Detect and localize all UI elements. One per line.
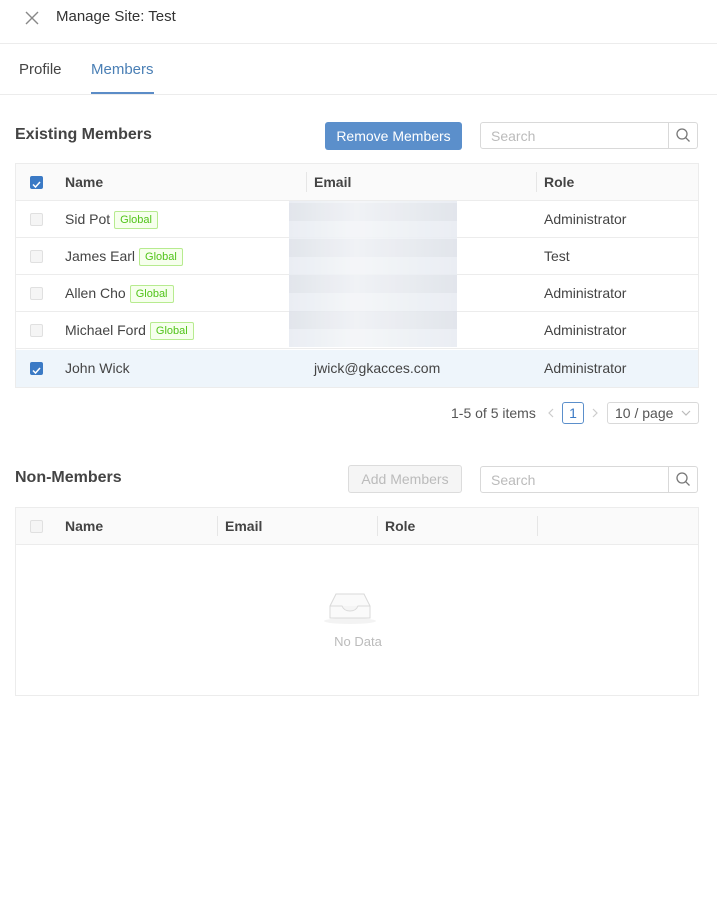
column-header-role[interactable]: Role (544, 174, 574, 190)
column-divider (377, 516, 378, 536)
member-role: Administrator (544, 322, 627, 338)
empty-inbox-icon (322, 588, 378, 626)
row-checkbox[interactable] (30, 287, 43, 300)
page-size-select[interactable]: 10 / page (607, 402, 699, 424)
member-name-cell: Allen Cho Global (65, 285, 174, 304)
column-header-name[interactable]: Name (65, 174, 103, 190)
prev-page-icon[interactable] (545, 405, 557, 421)
non-members-title: Non-Members (15, 469, 122, 486)
existing-search-input[interactable] (481, 123, 669, 148)
table-row[interactable]: John Wick jwick@gkacces.com Administrato… (16, 350, 698, 387)
row-checkbox[interactable] (30, 213, 43, 226)
global-tag: Global (114, 211, 158, 230)
member-role: Administrator (544, 211, 627, 227)
non-members-search-input[interactable] (481, 467, 669, 492)
column-divider (537, 516, 538, 536)
search-icon[interactable] (668, 123, 697, 148)
column-header-name[interactable]: Name (65, 518, 103, 534)
tab-profile[interactable]: Profile (19, 61, 62, 78)
member-name: Sid Pot (65, 211, 111, 227)
remove-members-button[interactable]: Remove Members (325, 122, 462, 150)
redacted-email-block (289, 201, 457, 347)
global-tag: Global (139, 248, 183, 267)
member-name: Michael Ford (65, 322, 146, 338)
table-header: Name Email Role (16, 508, 698, 545)
add-members-button[interactable]: Add Members (348, 465, 462, 493)
member-name: John Wick (65, 360, 130, 376)
close-icon[interactable] (22, 8, 42, 28)
active-tab-indicator (91, 92, 154, 94)
next-page-icon[interactable] (589, 405, 601, 421)
member-role: Test (544, 248, 570, 264)
empty-state-text: No Data (334, 634, 382, 649)
member-name: James Earl (65, 248, 136, 264)
non-members-search (480, 466, 698, 493)
page-title: Manage Site: Test (56, 8, 176, 25)
row-checkbox[interactable] (30, 324, 43, 337)
dialog-header: Manage Site: Test (0, 0, 717, 44)
page-size-value: 10 / page (615, 405, 674, 421)
select-all-checkbox[interactable] (30, 520, 43, 533)
existing-members-title: Existing Members (15, 126, 152, 143)
page-number-button[interactable]: 1 (562, 402, 584, 424)
member-name-cell: James Earl Global (65, 248, 183, 267)
existing-search (480, 122, 698, 149)
select-all-checkbox[interactable] (30, 176, 43, 189)
global-tag: Global (149, 322, 194, 341)
row-checkbox[interactable] (30, 250, 43, 263)
pagination-summary: 1-5 of 5 items (451, 405, 536, 421)
global-tag: Global (129, 285, 174, 304)
column-header-email[interactable]: Email (225, 518, 262, 534)
member-role: Administrator (544, 360, 627, 376)
column-divider (217, 516, 218, 536)
column-header-role[interactable]: Role (385, 518, 415, 534)
tab-bar: Profile Members (0, 44, 717, 95)
member-role: Administrator (544, 285, 627, 301)
search-icon[interactable] (668, 467, 697, 492)
row-checkbox[interactable] (30, 362, 43, 375)
chevron-down-icon (681, 403, 691, 428)
non-members-table: Name Email Role No Data (15, 507, 699, 696)
member-name: Allen Cho (65, 285, 126, 301)
member-name-cell: Michael Ford Global (65, 322, 194, 341)
column-divider (536, 172, 537, 192)
member-email: jwick@gkacces.com (314, 360, 441, 376)
tab-members[interactable]: Members (91, 61, 154, 78)
column-header-email[interactable]: Email (314, 174, 351, 190)
member-name-cell: Sid Pot Global (65, 211, 158, 230)
table-header: Name Email Role (16, 164, 698, 201)
column-divider (306, 172, 307, 192)
